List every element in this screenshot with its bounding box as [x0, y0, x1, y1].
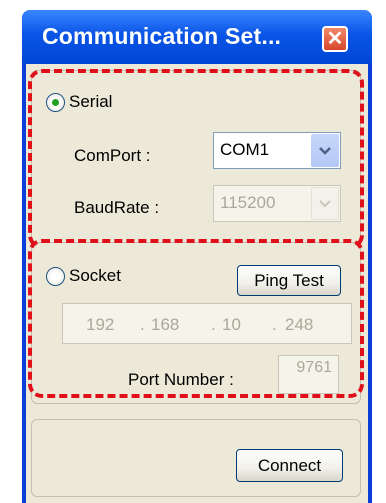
- title-bar[interactable]: Communication Set... ✕: [22, 10, 372, 64]
- port-number-label: Port Number :: [128, 370, 234, 389]
- socket-radio[interactable]: [46, 267, 65, 286]
- close-button[interactable]: ✕: [322, 26, 348, 52]
- ping-test-button[interactable]: Ping Test: [237, 265, 341, 296]
- ip-dot-2: .: [211, 315, 216, 334]
- comport-dropdown-button[interactable]: [311, 134, 339, 167]
- connect-button[interactable]: Connect: [236, 449, 343, 482]
- comport-select[interactable]: COM1: [213, 132, 341, 169]
- ip-octet-2: 168: [151, 315, 180, 334]
- baudrate-value: 115200: [220, 193, 276, 212]
- baudrate-dropdown-button[interactable]: [311, 187, 339, 220]
- dialog-body: Serial ComPort : COM1 BaudRate : 115200 …: [26, 64, 368, 503]
- baudrate-select[interactable]: 115200: [213, 185, 341, 222]
- window-title: Communication Set...: [42, 23, 282, 49]
- ip-octet-1: 192: [86, 315, 115, 334]
- serial-radio-label[interactable]: Serial: [69, 92, 112, 112]
- ip-address-field[interactable]: 192 . 168 . 10 . 248: [62, 303, 352, 344]
- ip-dot-1: .: [140, 315, 145, 334]
- ip-octet-4: 248: [285, 315, 314, 334]
- radio-selected-dot: [52, 99, 59, 106]
- chevron-down-icon: [319, 146, 331, 155]
- comport-value: COM1: [220, 140, 270, 159]
- baudrate-label: BaudRate :: [74, 198, 160, 217]
- socket-radio-label[interactable]: Socket: [69, 266, 121, 286]
- ip-dot-3: .: [272, 315, 277, 334]
- port-number-field[interactable]: 9761: [278, 355, 339, 394]
- chevron-down-icon: [319, 199, 331, 207]
- comport-label: ComPort :: [74, 146, 151, 165]
- close-icon: ✕: [326, 28, 344, 50]
- dialog-window: Communication Set... ✕ Serial ComPort : …: [22, 10, 372, 503]
- ip-octet-3: 10: [222, 315, 241, 334]
- serial-radio[interactable]: [46, 93, 65, 112]
- port-number-value: 9761: [296, 359, 332, 376]
